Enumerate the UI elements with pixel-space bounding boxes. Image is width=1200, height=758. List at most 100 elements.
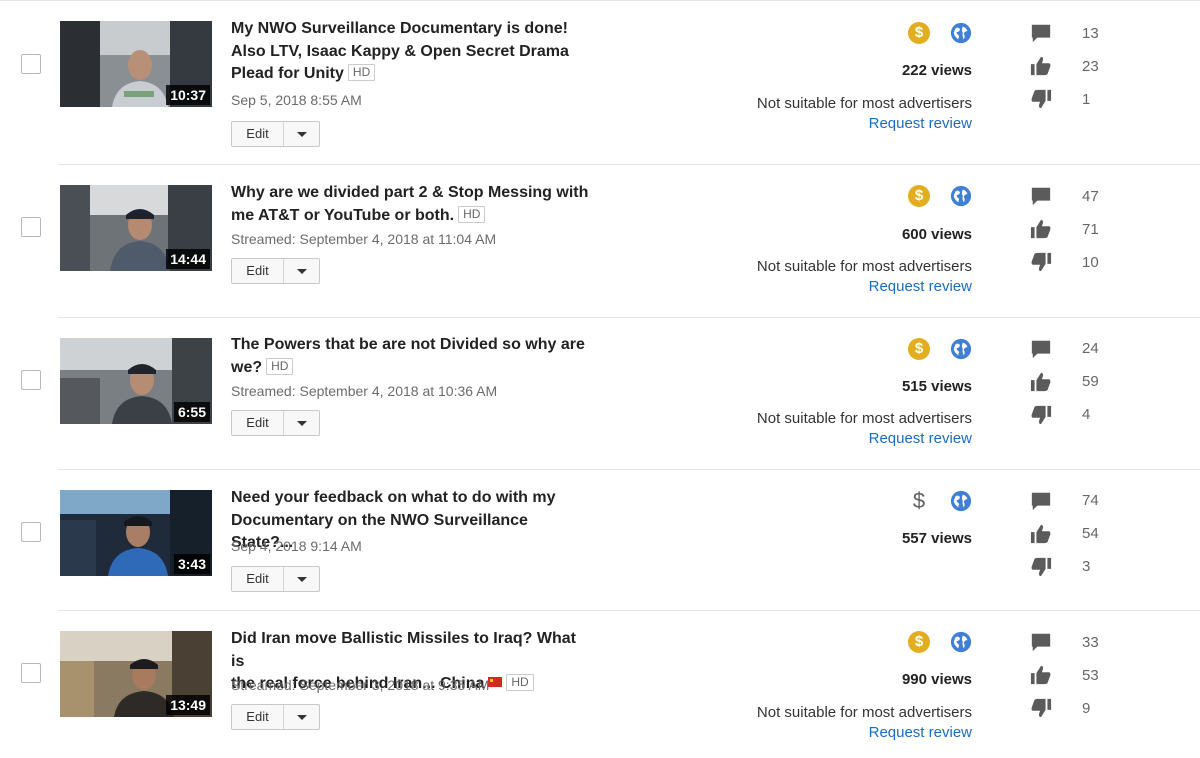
video-duration: 10:37 xyxy=(166,85,210,105)
row-divider xyxy=(58,469,1200,470)
edit-dropdown-button[interactable] xyxy=(284,259,319,283)
thumbs-up-icon xyxy=(1030,372,1051,392)
globe-icon[interactable] xyxy=(950,185,972,207)
chevron-down-icon xyxy=(296,420,307,426)
comment-icon xyxy=(1031,187,1051,206)
video-duration: 6:55 xyxy=(173,402,210,422)
globe-icon[interactable] xyxy=(950,22,972,44)
hd-badge: HD xyxy=(347,64,376,81)
comment-icon xyxy=(1031,492,1051,511)
ad-suitability-status: Not suitable for most advertisers xyxy=(756,258,972,275)
video-title[interactable]: My NWO Surveillance Documentary is done!… xyxy=(231,18,591,86)
video-date: Streamed: September 3, 2018 at 9:35 AM xyxy=(231,677,490,693)
comment-icon xyxy=(1031,340,1051,359)
chevron-down-icon xyxy=(296,131,307,137)
thumbs-up-icon xyxy=(1030,219,1051,239)
like-count: 53 xyxy=(1082,667,1099,684)
dollar-circle-icon[interactable]: $ xyxy=(908,631,930,653)
title-line: Also LTV, Isaac Kappy & Open Secret Dram… xyxy=(231,42,569,60)
hd-badge: HD xyxy=(266,357,294,375)
video-thumbnail[interactable]: 14:44 xyxy=(60,185,212,271)
edit-button-group: Edit xyxy=(231,566,320,592)
like-count: 71 xyxy=(1082,221,1099,238)
thumbs-up-icon xyxy=(1030,524,1051,544)
edit-button-group: Edit xyxy=(231,121,320,147)
row-divider xyxy=(58,317,1200,318)
row-checkbox[interactable] xyxy=(21,522,41,542)
video-thumbnail[interactable]: 3:43 xyxy=(60,490,212,576)
thumbs-down-icon xyxy=(1031,698,1052,718)
view-count: 515 views xyxy=(901,378,972,395)
comment-icon xyxy=(1031,24,1051,43)
video-thumbnail[interactable]: 6:55 xyxy=(60,338,212,424)
dislike-count: 3 xyxy=(1082,558,1091,575)
row-checkbox[interactable] xyxy=(21,663,41,683)
edit-dropdown-button[interactable] xyxy=(284,411,319,435)
edit-button-group: Edit xyxy=(231,410,320,436)
video-duration: 14:44 xyxy=(166,249,210,269)
comment-icon xyxy=(1031,633,1051,652)
dollar-sign-icon[interactable]: $ xyxy=(908,490,930,512)
video-title[interactable]: Why are we divided part 2 & Stop Messing… xyxy=(231,182,591,227)
globe-icon[interactable] xyxy=(950,631,972,653)
edit-button[interactable]: Edit xyxy=(232,705,284,729)
dislike-count: 9 xyxy=(1082,700,1091,717)
request-review-link[interactable]: Request review xyxy=(869,278,972,295)
dollar-circle-icon[interactable]: $ xyxy=(908,185,930,207)
chevron-down-icon xyxy=(296,268,307,274)
comment-count: 74 xyxy=(1082,492,1099,509)
edit-button[interactable]: Edit xyxy=(232,411,284,435)
thumbs-down-icon xyxy=(1031,557,1052,577)
video-date: Streamed: September 4, 2018 at 11:04 AM xyxy=(231,231,497,247)
video-date: Sep 4, 2018 9:14 AM xyxy=(231,538,362,554)
dislike-count: 10 xyxy=(1082,254,1099,271)
globe-icon[interactable] xyxy=(950,338,972,360)
china-flag-icon xyxy=(488,677,503,687)
edit-dropdown-button[interactable] xyxy=(284,122,319,146)
video-thumbnail[interactable]: 13:49 xyxy=(60,631,212,717)
edit-button-group: Edit xyxy=(231,258,320,284)
request-review-link[interactable]: Request review xyxy=(869,115,972,132)
row-checkbox[interactable] xyxy=(21,54,41,74)
top-divider xyxy=(0,0,1200,3)
video-title[interactable]: The Powers that be are not Divided so wh… xyxy=(231,334,591,379)
video-date: Streamed: September 4, 2018 at 10:36 AM xyxy=(231,383,498,399)
chevron-down-icon xyxy=(296,714,307,720)
thumbs-up-icon xyxy=(1030,665,1051,685)
title-line: Need your feedback on what to do with my xyxy=(231,489,556,506)
thumbs-down-icon xyxy=(1031,405,1052,425)
view-count: 600 views xyxy=(901,226,972,243)
request-review-link[interactable]: Request review xyxy=(869,430,972,447)
view-count: 222 views xyxy=(901,62,972,79)
view-count: 557 views xyxy=(901,530,972,547)
edit-button[interactable]: Edit xyxy=(232,259,284,283)
edit-button[interactable]: Edit xyxy=(232,122,284,146)
video-thumbnail[interactable]: 10:37 xyxy=(60,21,212,107)
dislike-count: 4 xyxy=(1082,406,1091,423)
title-line: Did Iran move Ballistic Missiles to Iraq… xyxy=(231,630,576,670)
comment-count: 13 xyxy=(1082,25,1099,42)
ad-suitability-status: Not suitable for most advertisers xyxy=(756,704,972,721)
edit-dropdown-button[interactable] xyxy=(284,567,319,591)
ad-suitability-status: Not suitable for most advertisers xyxy=(756,95,972,112)
view-count: 990 views xyxy=(901,671,972,688)
edit-button-group: Edit xyxy=(231,704,320,730)
chevron-down-icon xyxy=(296,576,307,582)
row-checkbox[interactable] xyxy=(21,370,41,390)
request-review-link[interactable]: Request review xyxy=(869,724,972,741)
edit-dropdown-button[interactable] xyxy=(284,705,319,729)
edit-button[interactable]: Edit xyxy=(232,567,284,591)
row-checkbox[interactable] xyxy=(21,217,41,237)
video-date: Sep 5, 2018 8:55 AM xyxy=(231,92,362,108)
like-count: 59 xyxy=(1082,373,1099,390)
dollar-circle-icon[interactable]: $ xyxy=(908,338,930,360)
title-line: me AT&T or YouTube or both. xyxy=(231,206,455,224)
row-divider xyxy=(58,610,1200,611)
comment-count: 47 xyxy=(1082,188,1099,205)
like-count: 54 xyxy=(1082,525,1099,542)
dollar-circle-icon[interactable]: $ xyxy=(908,22,930,44)
title-line: we? xyxy=(231,358,263,376)
title-line: The Powers that be are not Divided so wh… xyxy=(231,336,585,353)
globe-icon[interactable] xyxy=(950,490,972,512)
title-line: Why are we divided part 2 & Stop Messing… xyxy=(231,184,589,201)
